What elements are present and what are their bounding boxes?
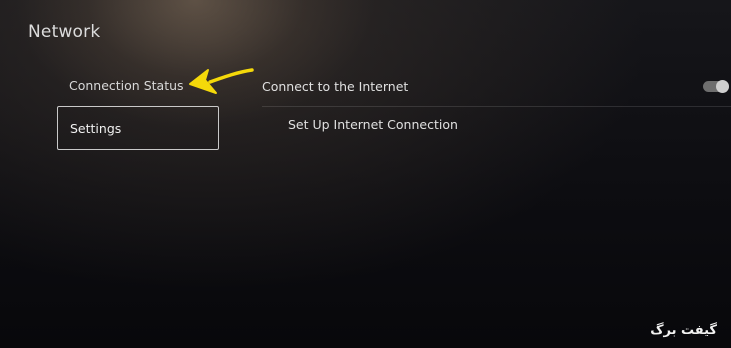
connect-to-internet-label: Connect to the Internet [262, 78, 409, 94]
toggle-knob [716, 80, 729, 93]
divider [262, 106, 731, 107]
arrow-pointer-icon [189, 68, 254, 94]
watermark-logo: گیفت برگ [650, 323, 717, 338]
page-title: Network [28, 22, 101, 42]
set-up-internet-connection-item[interactable]: Set Up Internet Connection [288, 117, 458, 132]
menu-item-settings[interactable]: Settings [57, 106, 219, 150]
connect-to-internet-row[interactable]: Connect to the Internet [262, 76, 731, 96]
menu-item-label: Settings [70, 120, 122, 136]
connect-to-internet-toggle[interactable] [703, 80, 729, 93]
menu-item-label: Connection Status [69, 77, 184, 93]
